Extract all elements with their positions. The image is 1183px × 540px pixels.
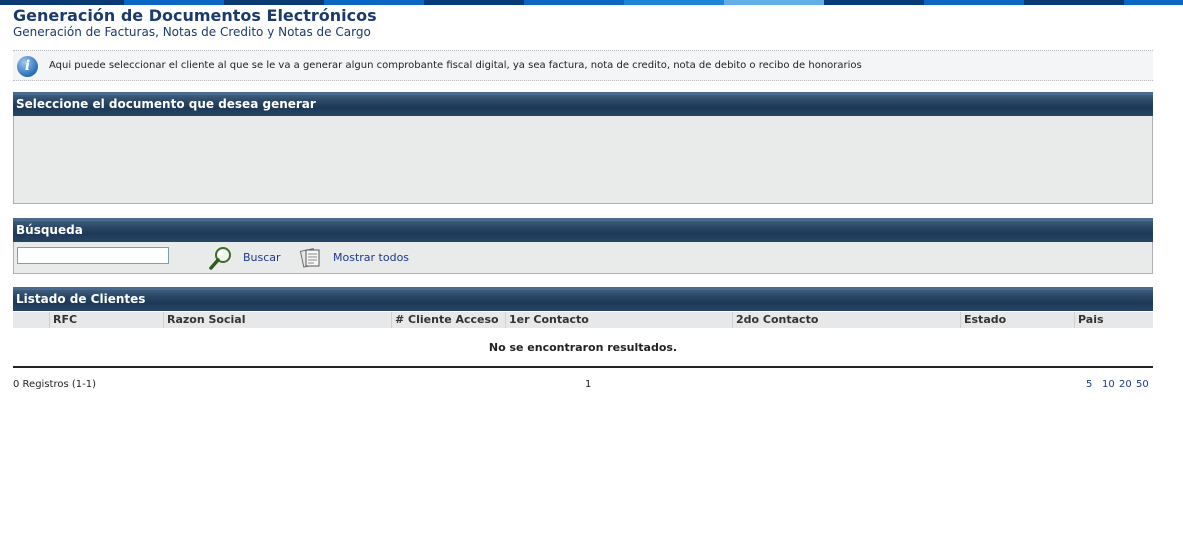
page-size-20[interactable]: 20 (1119, 379, 1132, 390)
clients-table-header: RFC Razon Social # Cliente Acceso 1er Co… (13, 312, 1153, 328)
column-header-1er-contacto[interactable]: 1er Contacto (505, 312, 732, 328)
page-size-10[interactable]: 10 (1102, 379, 1115, 390)
document-panel-body (13, 116, 1153, 204)
info-icon: i (17, 56, 38, 77)
column-header-2do-contacto[interactable]: 2do Contacto (732, 312, 960, 328)
column-header-pais[interactable]: Pais (1074, 312, 1153, 328)
page-title: Generación de Documentos Electrónicos (13, 6, 377, 25)
column-header-razon-social[interactable]: Razon Social (163, 312, 391, 328)
page-subtitle: Generación de Facturas, Notas de Credito… (13, 25, 371, 39)
table-bottom-rule (13, 366, 1153, 368)
search-input[interactable] (17, 247, 169, 264)
search-panel-header: Búsqueda (13, 218, 1153, 242)
page-size-50[interactable]: 50 (1136, 379, 1149, 390)
top-color-bar (0, 0, 1183, 5)
document-panel-header: Seleccione el documento que desea genera… (13, 92, 1153, 116)
info-text: Aqui puede seleccionar el cliente al que… (49, 60, 862, 71)
column-header-estado[interactable]: Estado (960, 312, 1074, 328)
magnifier-icon[interactable] (208, 245, 234, 271)
column-header-select (13, 312, 49, 328)
clients-panel-header: Listado de Clientes (13, 287, 1153, 311)
column-header-cliente-acceso[interactable]: # Cliente Acceso (391, 312, 505, 328)
search-button[interactable]: Buscar (243, 251, 281, 264)
documents-icon[interactable] (300, 247, 322, 269)
search-panel-body: Buscar Mostrar todos (13, 242, 1153, 274)
info-banner: i Aqui puede seleccionar el cliente al q… (13, 50, 1153, 81)
column-header-rfc[interactable]: RFC (49, 312, 163, 328)
records-count: 0 Registros (1-1) (13, 379, 96, 390)
current-page[interactable]: 1 (585, 379, 591, 390)
page-header: Generación de Documentos Electrónicos Ge… (13, 6, 377, 40)
page-size-5[interactable]: 5 (1086, 379, 1092, 390)
empty-results-message: No se encontraron resultados. (488, 341, 678, 354)
show-all-button[interactable]: Mostrar todos (333, 251, 409, 264)
